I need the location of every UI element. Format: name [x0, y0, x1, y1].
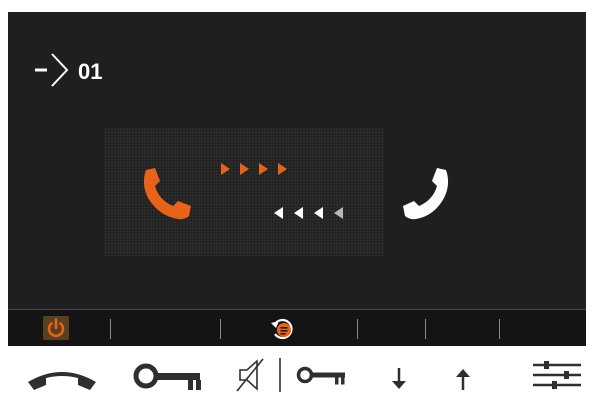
arrow-left-icon: [274, 207, 283, 219]
menu-button[interactable]: [532, 360, 582, 395]
incoming-call-arrows: [274, 207, 343, 219]
arrow-up-icon: [456, 369, 470, 390]
arrow-right-icon: [34, 52, 70, 93]
arrow-right-icon: [278, 163, 287, 175]
screen-toolbar: [8, 309, 586, 346]
caller-phone-handset-icon: [140, 166, 192, 227]
hang-up-button[interactable]: [26, 366, 98, 397]
arrow-left-icon: [334, 207, 343, 219]
hang-up-icon: [28, 372, 96, 390]
toolbar-divider: [425, 319, 426, 339]
call-log-icon: [271, 318, 293, 340]
key-icon: [133, 363, 201, 390]
physical-button-bar: [0, 346, 594, 392]
toolbar-divider: [499, 319, 500, 339]
volume-down-button[interactable]: [388, 366, 410, 395]
toolbar-divider: [110, 319, 111, 339]
arrow-left-icon: [294, 207, 303, 219]
arrow-left-icon: [314, 207, 323, 219]
toolbar-divider: [357, 319, 358, 339]
volume-up-button[interactable]: [452, 368, 474, 397]
outgoing-call-arrows: [221, 163, 287, 175]
arrow-right-icon: [259, 163, 268, 175]
power-icon: [47, 318, 65, 338]
call-log-button[interactable]: [270, 316, 296, 340]
arrow-right-icon: [221, 163, 230, 175]
second-key-button[interactable]: [296, 364, 348, 393]
callee-phone-handset-icon: [402, 166, 452, 227]
intercom-screen: 01: [8, 12, 586, 346]
arrow-down-icon: [392, 368, 406, 389]
arrow-right-icon: [240, 163, 249, 175]
door-key-button[interactable]: [132, 360, 204, 397]
power-button[interactable]: [43, 316, 69, 340]
toolbar-divider: [220, 319, 221, 339]
key-icon: [296, 366, 345, 385]
mute-button[interactable]: [236, 358, 284, 397]
settings-sliders-icon: [533, 361, 581, 389]
channel-indicator: 01: [34, 52, 103, 93]
speaker-mute-icon: [236, 358, 281, 392]
channel-label: 01: [78, 59, 103, 84]
